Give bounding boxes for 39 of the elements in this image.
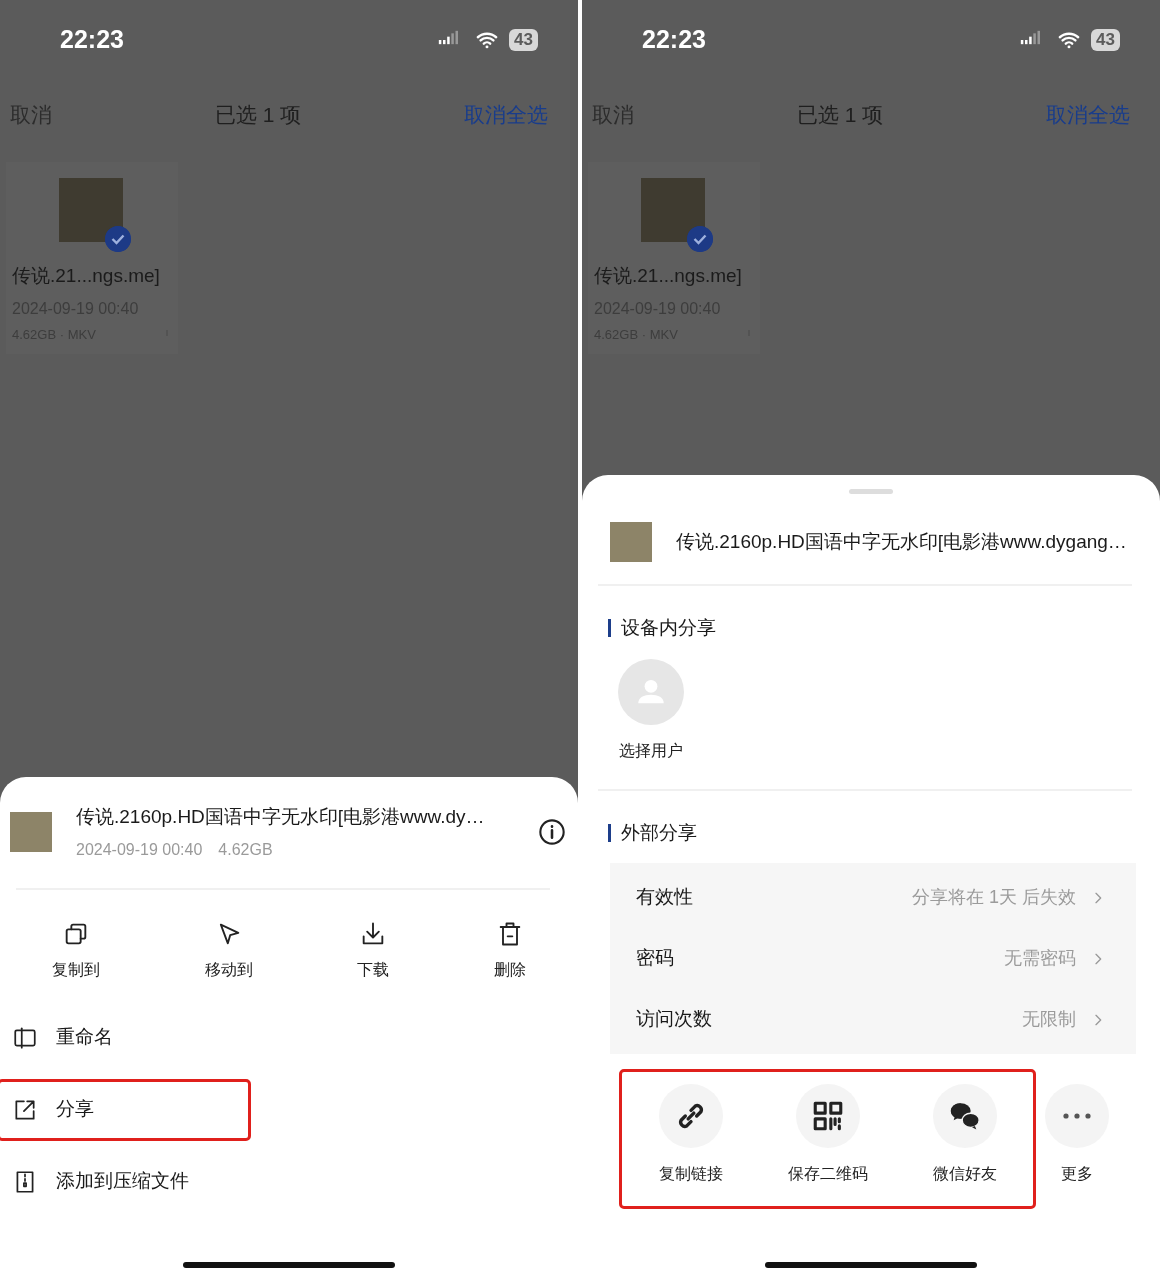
section-title: 设备内分享 — [621, 616, 716, 640]
file-name: 传说.21...ngs.me] — [594, 264, 743, 288]
selection-title: 已选 1 项 — [214, 102, 302, 129]
section-title: 外部分享 — [621, 820, 697, 845]
select-user-button[interactable]: 选择用户 — [618, 658, 684, 763]
file-name: 传说.2160p.HD国语中字无水印[电影港www.dygang… — [676, 529, 1127, 554]
menu-item[interactable]: 添加到压缩文件 — [0, 1153, 578, 1210]
share-target-button[interactable]: 微信好友 — [896, 1072, 1033, 1206]
section-marker — [608, 823, 611, 842]
action-button[interactable]: 删除 — [493, 919, 526, 982]
status-time: 22:23 — [642, 24, 706, 56]
status-time: 22:23 — [60, 24, 124, 56]
setting-label: 有效性 — [636, 885, 693, 910]
rename-icon — [12, 1024, 38, 1051]
selected-check-icon[interactable] — [105, 226, 131, 252]
selected-check-icon[interactable] — [687, 226, 713, 252]
info-icon — [538, 818, 566, 847]
file-size: 4.62GB — [218, 839, 273, 860]
section-marker — [608, 619, 611, 638]
file-name: 传说.2160p.HD国语中字无水印[电影港www.dy… — [76, 805, 486, 829]
action-button[interactable]: 复制到 — [52, 919, 101, 982]
share-target-button[interactable]: 更多 — [1033, 1072, 1120, 1206]
action-button[interactable]: 下载 — [357, 919, 390, 982]
share-target-button[interactable]: 复制链接 — [622, 1072, 759, 1206]
drag-handle[interactable] — [849, 489, 893, 494]
battery-level: 43 — [1091, 29, 1120, 51]
battery-level: 43 — [509, 29, 538, 51]
file-date: 2024-09-19 00:40 — [76, 839, 203, 860]
share-target-button[interactable]: 保存二维码 — [759, 1072, 896, 1206]
file-name: 传说.21...ngs.me] — [12, 264, 161, 288]
menu-item[interactable]: 重命名 — [0, 1009, 578, 1066]
video-thumbnail — [10, 812, 52, 853]
more-icon — [1062, 1113, 1091, 1119]
menu-item[interactable]: 分享 — [0, 1081, 248, 1138]
action-button[interactable]: 移动到 — [204, 919, 253, 982]
video-thumbnail — [610, 522, 652, 562]
selection-title: 已选 1 项 — [796, 102, 884, 129]
setting-label: 访问次数 — [636, 1007, 712, 1032]
setting-label: 密码 — [636, 946, 674, 971]
